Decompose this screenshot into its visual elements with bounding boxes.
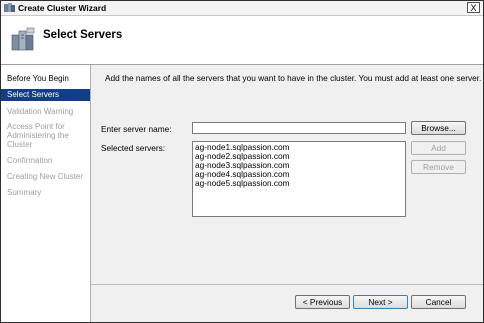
step-label: Select Servers (7, 90, 60, 99)
step-label: Before You Begin (7, 74, 69, 83)
step-confirmation[interactable]: Confirmation (1, 156, 90, 165)
previous-button[interactable]: < Previous (295, 295, 350, 309)
step-select-servers[interactable]: Select Servers (1, 89, 90, 101)
window-title: Create Cluster Wizard (18, 3, 107, 13)
step-before-you-begin[interactable]: Before You Begin (1, 74, 90, 83)
step-access-point[interactable]: Access Point for Administering the Clust… (1, 122, 90, 149)
cancel-button[interactable]: Cancel (411, 295, 466, 309)
page-title: Select Servers (43, 29, 123, 41)
main-content: Add the names of all the servers that yo… (91, 65, 483, 322)
step-label: Summary (7, 188, 42, 197)
instructions-text: Add the names of all the servers that yo… (105, 73, 482, 83)
add-button[interactable]: Add (411, 141, 466, 155)
wizard-steps-sidebar: Before You Begin Select Servers Validati… (1, 65, 91, 322)
cluster-servers-icon (11, 27, 35, 51)
wizard-window: Create Cluster Wizard X Select Servers B… (0, 0, 484, 323)
browse-button[interactable]: Browse... (411, 121, 466, 135)
step-label: Confirmation (7, 156, 53, 165)
title-bar[interactable]: Create Cluster Wizard X (1, 1, 483, 16)
footer-divider (91, 284, 483, 285)
step-validation-warning[interactable]: Validation Warning (1, 107, 90, 116)
step-label: Access Point for Administering the Clust… (7, 122, 69, 149)
step-creating-new-cluster[interactable]: Creating New Cluster (1, 172, 90, 181)
server-name-input[interactable] (192, 122, 406, 134)
step-label: Creating New Cluster (7, 172, 84, 181)
selected-servers-list[interactable]: ag-node1.sqlpassion.com ag-node2.sqlpass… (192, 141, 406, 217)
step-label: Validation Warning (7, 107, 74, 116)
selected-servers-label: Selected servers: (101, 143, 166, 153)
next-button[interactable]: Next > (353, 295, 408, 309)
cluster-app-icon (4, 3, 15, 12)
close-button[interactable]: X (467, 2, 480, 13)
wizard-header: Select Servers (1, 16, 483, 65)
list-item[interactable]: ag-node5.sqlpassion.com (195, 179, 290, 188)
step-summary[interactable]: Summary (1, 188, 90, 197)
remove-button[interactable]: Remove (411, 160, 466, 174)
server-name-label: Enter server name: (101, 124, 172, 134)
